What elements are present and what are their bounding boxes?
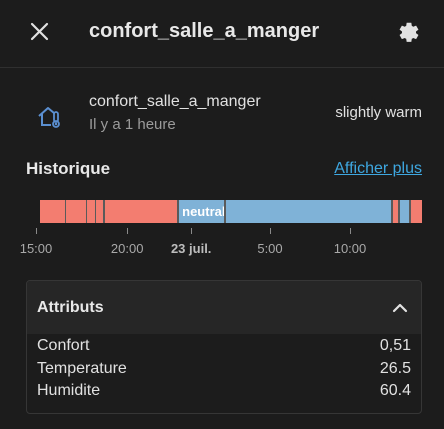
entity-name: confort_salle_a_manger [89,93,261,110]
timeline-segment-slightly-warm[interactable] [40,200,178,223]
dialog-title: confort_salle_a_manger [89,20,320,42]
gear-icon [399,22,419,42]
attributes-header[interactable]: Attributs [27,281,421,334]
axis-tick [36,228,37,234]
dialog-header: confort_salle_a_manger [0,0,444,66]
timeline-separator [224,200,226,223]
attribute-value: 60.4 [379,382,411,399]
close-icon [30,22,49,41]
timeline-segment-neutral[interactable] [177,200,392,223]
axis-tick-label: 15:00 [19,241,53,256]
show-more-link[interactable]: Afficher plus [334,160,422,178]
axis-tick-label: 5:00 [257,241,283,256]
axis-tick [270,228,271,234]
axis-tick [191,228,193,234]
axis-tick-label: 23 juil. [170,241,212,256]
timeline-separator [103,200,105,223]
attribute-key: Temperature [37,360,127,377]
attribute-value: 0,51 [379,337,411,354]
history-timeline[interactable]: neutral [40,200,422,223]
header-divider [0,67,444,68]
axis-tick-label: 10:00 [333,241,367,256]
timeline-separator [94,200,97,223]
more-info-dialog: confort_salle_a_manger confort_salle_a_m… [0,0,444,429]
entity-icon [36,103,64,131]
timeline-segment-neutral[interactable] [398,200,409,223]
axis-tick [350,228,351,234]
attribute-value: 26.5 [379,360,411,377]
timeline-segment-slightly-warm[interactable] [409,200,422,223]
attribute-row-humidite: Humidite 60.4 [37,382,411,404]
axis-tick [127,228,129,234]
attributes-panel: Attributs Confort 0,51 Temperature 26.5 … [26,280,422,414]
settings-button[interactable] [395,18,423,46]
timeline-separator [177,200,179,223]
home-thermometer-icon [38,107,60,128]
timeline-separator [64,200,67,223]
timeline-separator [398,200,400,223]
timeline-separator [409,200,411,223]
entity-state: slightly warm [335,104,422,121]
timeline-separator [391,200,393,223]
close-button[interactable] [26,18,54,46]
attribute-row-confort: Confort 0,51 [37,337,411,359]
attributes-title: Attributs [37,299,104,316]
timeline-separator [85,200,88,223]
history-title: Historique [26,159,111,178]
axis-tick-label: 20:00 [110,241,144,256]
attribute-key: Humidite [37,382,101,399]
timeline-axis: 15:00 20:00 23 juil. 5:00 10:00 [20,228,426,260]
attribute-key: Confort [37,337,90,354]
chevron-up-icon[interactable] [389,297,411,319]
entity-last-changed: Il y a 1 heure [89,116,176,133]
attribute-row-temperature: Temperature 26.5 [37,360,411,382]
